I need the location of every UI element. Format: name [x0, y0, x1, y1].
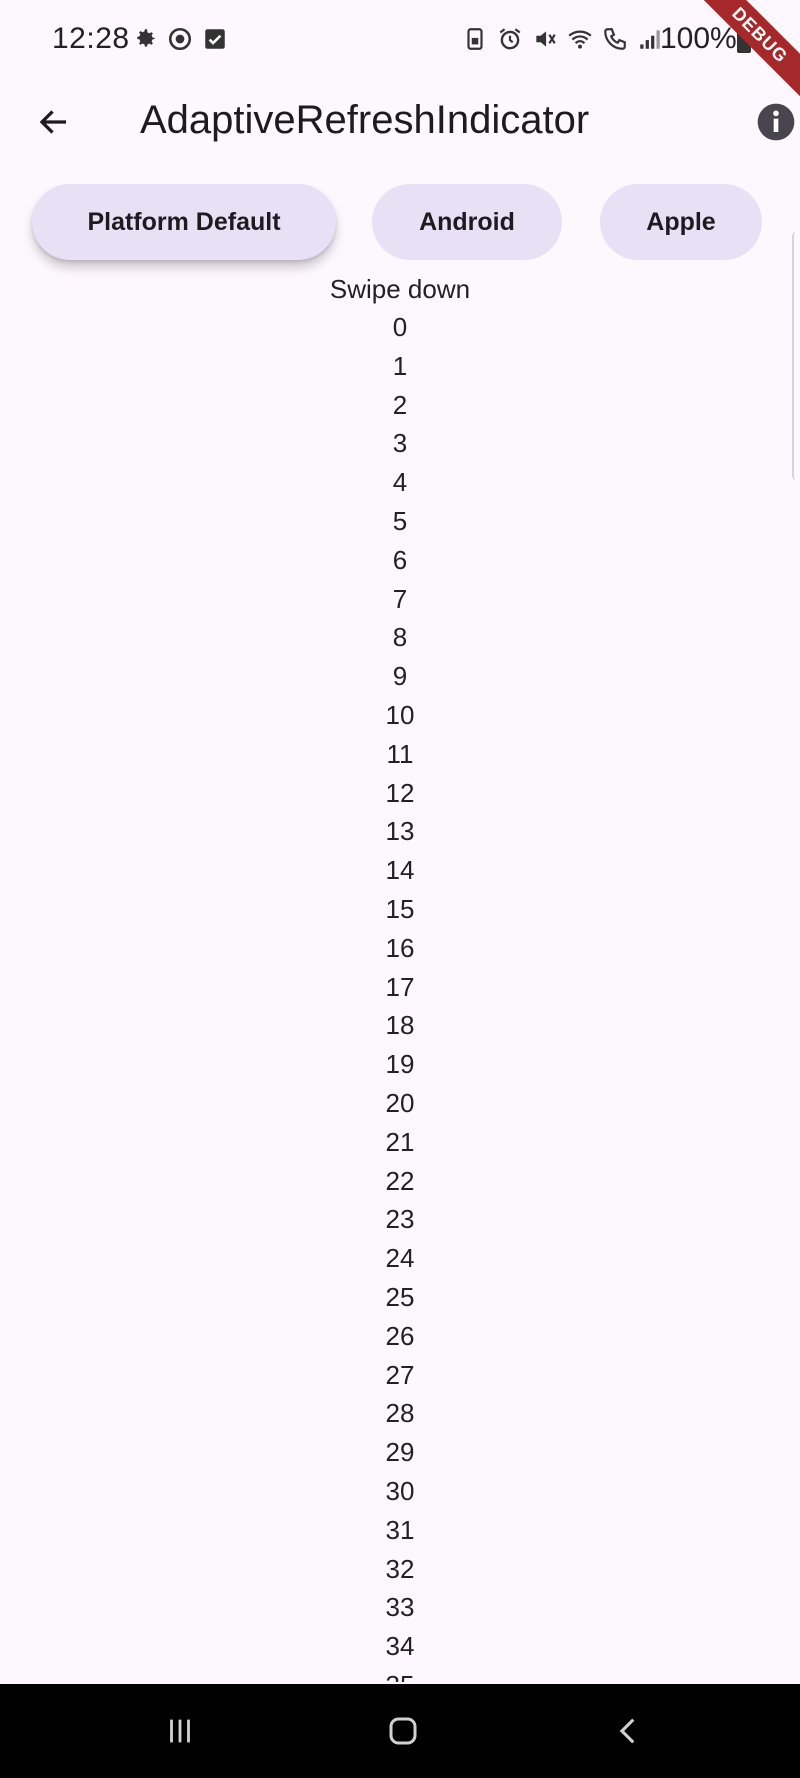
check-icon — [205, 29, 225, 49]
lock-icon — [467, 28, 483, 50]
list-item: 21 — [385, 1126, 415, 1157]
list-item: 10 — [385, 699, 415, 730]
platform-default-button[interactable]: Platform Default — [32, 184, 336, 260]
recents-button[interactable] — [155, 1706, 205, 1756]
back-button[interactable] — [32, 100, 76, 144]
arrow-left-icon — [39, 110, 66, 134]
list-item: 34 — [385, 1631, 415, 1662]
list-item: 27 — [385, 1359, 415, 1390]
list-item: 12 — [385, 777, 415, 808]
status-time: 12:28 — [52, 22, 130, 55]
list-item: 23 — [385, 1204, 415, 1235]
list-item: 30 — [385, 1475, 415, 1506]
system-nav-bar — [0, 1684, 800, 1778]
list-item: 6 — [392, 544, 408, 575]
list-item: 29 — [385, 1437, 415, 1468]
gear-icon — [137, 29, 155, 47]
list-item: 18 — [385, 1010, 415, 1041]
status-right-icons — [462, 26, 663, 52]
list-item: 22 — [385, 1165, 415, 1196]
list-item: 2 — [392, 389, 408, 420]
call-icon — [604, 28, 626, 50]
alarm-icon — [499, 28, 521, 50]
list-item: 15 — [385, 893, 415, 924]
status-bar: 12:28 100% — [0, 0, 800, 82]
list-item: 25 — [385, 1281, 415, 1312]
info-icon[interactable] — [756, 102, 796, 142]
chat-icon — [168, 27, 192, 51]
list-item: 26 — [385, 1320, 415, 1351]
status-left-icons — [132, 26, 228, 52]
platform-selector: Platform Default Android Apple — [0, 184, 800, 264]
list-item: 5 — [392, 505, 408, 536]
app-bar: AdaptiveRefreshIndicator — [0, 82, 800, 162]
list-items: 0 1 2 3 4 5 6 7 8 9 10 11 12 13 14 15 16… — [0, 308, 800, 1682]
list-item: 24 — [385, 1243, 415, 1274]
list-item: 9 — [392, 661, 408, 692]
home-icon — [389, 1717, 417, 1745]
list-item: 14 — [385, 855, 415, 886]
list-item: 0 — [392, 312, 408, 342]
list-item: 32 — [385, 1553, 415, 1584]
battery-percentage: 100% — [660, 22, 737, 55]
list-item: 11 — [386, 738, 414, 769]
list-item: 1 — [392, 350, 408, 381]
wifi-icon — [568, 30, 592, 49]
refresh-list[interactable]: Swipe down 0 1 2 3 4 5 6 7 8 9 10 11 12 … — [0, 270, 800, 1682]
list-item: 3 — [392, 428, 408, 459]
mute-icon — [536, 31, 556, 47]
list-item: 33 — [385, 1592, 415, 1623]
page-title: AdaptiveRefreshIndicator — [140, 98, 590, 142]
list-item: 7 — [392, 583, 408, 614]
home-button[interactable] — [378, 1706, 428, 1756]
list-item: 35 — [0, 1666, 800, 1682]
list-item: 4 — [392, 467, 408, 498]
list-item: 31 — [385, 1514, 415, 1545]
recents-icon — [170, 1719, 190, 1743]
nav-back-button[interactable] — [604, 1706, 654, 1756]
list-item: 20 — [385, 1087, 415, 1118]
list-item: 28 — [385, 1398, 415, 1429]
nav-back-icon — [619, 1718, 635, 1744]
list-item: 13 — [385, 816, 415, 847]
list-item: 16 — [385, 932, 415, 963]
apple-button[interactable]: Apple — [600, 184, 762, 260]
list-header: Swipe down — [329, 274, 471, 304]
list-item: 8 — [392, 622, 408, 653]
android-button[interactable]: Android — [372, 184, 562, 260]
list-item: 17 — [385, 971, 415, 1002]
list-item: 19 — [385, 1049, 415, 1080]
screen: 12:28 100% DEBUG AdaptiveRefreshIndicato… — [0, 0, 800, 1778]
